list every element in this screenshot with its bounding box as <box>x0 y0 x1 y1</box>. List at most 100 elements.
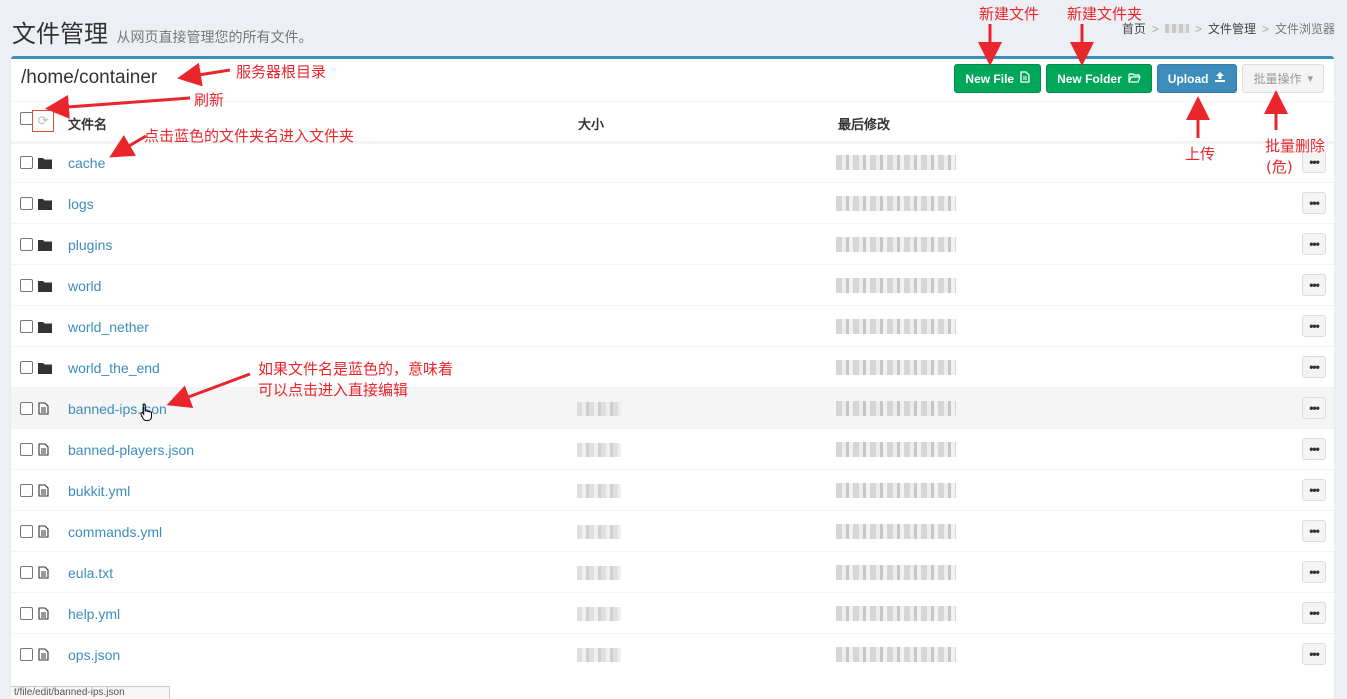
row-options-button[interactable]: ••• <box>1302 602 1326 624</box>
folder-icon <box>38 197 52 210</box>
table-row: banned-ips.json ••• <box>11 387 1334 429</box>
folder-icon <box>38 320 52 333</box>
row-checkbox[interactable] <box>20 238 33 251</box>
file-size-redacted <box>577 443 621 457</box>
annotation-refresh: 刷新 <box>194 91 225 109</box>
modified-date-redacted <box>836 319 956 334</box>
row-checkbox[interactable] <box>20 197 33 210</box>
table-row: bukkit.yml ••• <box>11 469 1334 511</box>
row-checkbox[interactable] <box>20 607 33 620</box>
annotation-click-folder: 点击蓝色的文件夹名进入文件夹 <box>144 127 355 145</box>
file-size-redacted <box>577 566 621 580</box>
folder-icon <box>38 279 52 292</box>
new-file-button[interactable]: New File <box>954 64 1042 93</box>
modified-date-redacted <box>836 278 956 293</box>
row-checkbox[interactable] <box>20 320 33 333</box>
row-options-button[interactable]: ••• <box>1302 520 1326 542</box>
upload-button[interactable]: Upload <box>1156 64 1238 93</box>
row-checkbox[interactable] <box>20 525 33 538</box>
table-row: eula.txt ••• <box>11 551 1334 593</box>
annotation-root-dir: 服务器根目录 <box>236 63 327 81</box>
annotation-blue-file-2: 可以点击进入直接编辑 <box>258 381 409 399</box>
row-checkbox[interactable] <box>20 566 33 579</box>
caret-down-icon: ▾ <box>1307 73 1313 85</box>
file-browser-panel: /home/container New File New Folder Uplo… <box>11 56 1334 699</box>
table-row: logs ••• <box>11 182 1334 224</box>
row-options-button[interactable]: ••• <box>1302 315 1326 337</box>
file-name-link[interactable]: logs <box>68 196 94 212</box>
file-text-icon <box>38 402 52 415</box>
row-options-button[interactable]: ••• <box>1302 274 1326 296</box>
file-name-link[interactable]: commands.yml <box>68 524 162 540</box>
modified-date-redacted <box>836 606 956 621</box>
file-name-link[interactable]: bukkit.yml <box>68 483 130 499</box>
file-name-link[interactable]: help.yml <box>68 606 120 622</box>
file-size-redacted <box>577 484 621 498</box>
file-name-link[interactable]: world_the_end <box>68 360 160 376</box>
table-row: world ••• <box>11 264 1334 306</box>
file-name-link[interactable]: banned-players.json <box>68 442 194 458</box>
column-header-name[interactable]: 文件名 <box>68 114 107 133</box>
table-row: plugins ••• <box>11 223 1334 265</box>
row-checkbox[interactable] <box>20 279 33 292</box>
row-checkbox[interactable] <box>20 648 33 661</box>
modified-date-redacted <box>836 483 956 498</box>
file-name-link[interactable]: world <box>68 278 101 294</box>
file-name-link[interactable]: world_nether <box>68 319 149 335</box>
breadcrumb-separator: > <box>1151 21 1159 36</box>
hand-cursor-icon <box>140 403 154 426</box>
column-header-size[interactable]: 大小 <box>578 114 604 133</box>
row-options-button[interactable]: ••• <box>1302 479 1326 501</box>
file-name-link[interactable]: ops.json <box>68 647 120 663</box>
annotation-bulk-delete-2: (危) <box>1266 158 1293 176</box>
modified-date-redacted <box>836 442 956 457</box>
bulk-actions-dropdown[interactable]: 批量操作 ▾ <box>1242 64 1324 93</box>
breadcrumb-file-browser: 文件浏览器 <box>1274 22 1335 36</box>
row-checkbox[interactable] <box>20 443 33 456</box>
table-row: world_the_end ••• <box>11 346 1334 388</box>
file-size-redacted <box>577 402 621 416</box>
status-url: t/file/edit/banned-ips.json <box>11 686 170 699</box>
row-checkbox[interactable] <box>20 361 33 374</box>
file-text-icon <box>38 484 52 497</box>
row-options-button[interactable]: ••• <box>1302 397 1326 419</box>
file-size-redacted <box>577 525 621 539</box>
page-header: 文件管理 从网页直接管理您的所有文件。 <box>12 14 312 49</box>
new-file-label: New File <box>965 71 1015 86</box>
modified-date-redacted <box>836 647 956 662</box>
table-row: ops.json ••• <box>11 633 1334 675</box>
file-text-icon <box>38 525 52 538</box>
modified-date-redacted <box>836 565 956 580</box>
annotation-blue-file-1: 如果文件名是蓝色的，意味着 <box>258 360 454 378</box>
file-text-icon <box>38 566 52 579</box>
file-name-link[interactable]: plugins <box>68 237 112 253</box>
modified-date-redacted <box>836 237 956 252</box>
table-row: world_nether ••• <box>11 305 1334 347</box>
new-folder-button[interactable]: New Folder <box>1046 64 1152 93</box>
row-options-button[interactable]: ••• <box>1302 561 1326 583</box>
row-checkbox[interactable] <box>20 402 33 415</box>
row-checkbox[interactable] <box>20 156 33 169</box>
annotation-new-file: 新建文件 <box>979 5 1040 23</box>
annotation-upload: 上传 <box>1185 145 1216 163</box>
row-options-button[interactable]: ••• <box>1302 356 1326 378</box>
table-row: banned-players.json ••• <box>11 428 1334 470</box>
row-options-button[interactable]: ••• <box>1302 643 1326 665</box>
table-row: help.yml ••• <box>11 592 1334 634</box>
row-options-button[interactable]: ••• <box>1302 233 1326 255</box>
column-header-modified[interactable]: 最后修改 <box>838 114 890 133</box>
folder-icon <box>38 238 52 251</box>
row-checkbox[interactable] <box>20 484 33 497</box>
row-options-button[interactable]: ••• <box>1302 438 1326 460</box>
file-name-link[interactable]: cache <box>68 155 105 171</box>
file-size-redacted <box>577 607 621 621</box>
file-name-link[interactable]: eula.txt <box>68 565 113 581</box>
breadcrumb-server-redacted[interactable] <box>1164 24 1189 33</box>
modified-date-redacted <box>836 360 956 375</box>
refresh-icon[interactable]: ⟳ <box>32 110 54 132</box>
row-options-button[interactable]: ••• <box>1302 192 1326 214</box>
breadcrumb-file-management[interactable]: 文件管理 <box>1208 20 1256 37</box>
modified-date-redacted <box>836 524 956 539</box>
upload-icon <box>1214 71 1226 86</box>
breadcrumb-separator: > <box>1261 21 1269 36</box>
